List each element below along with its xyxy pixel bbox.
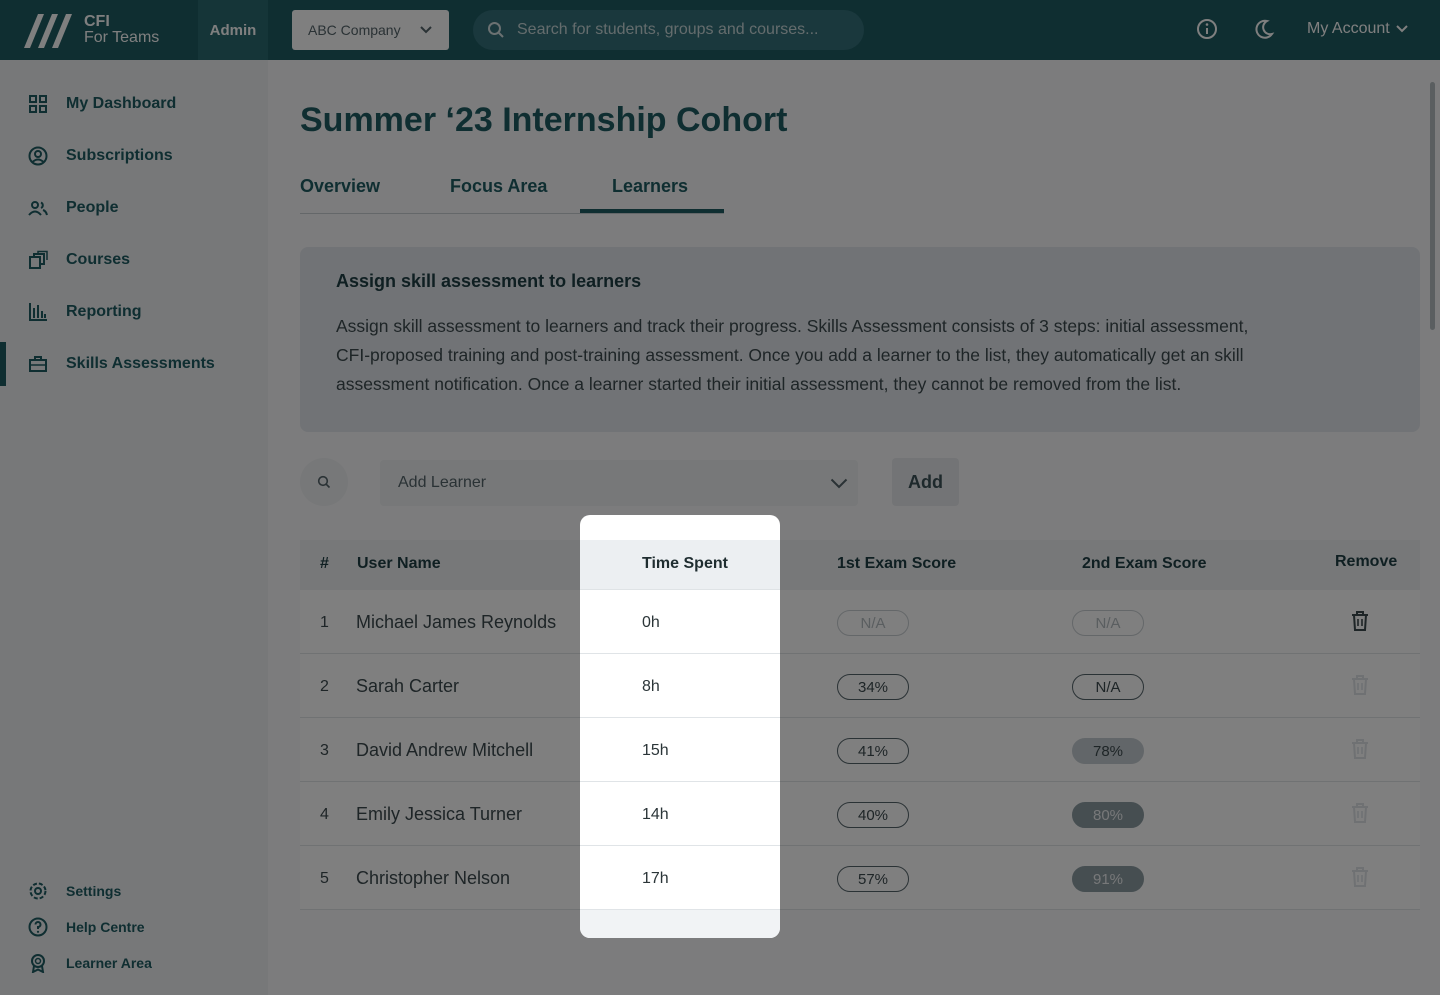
time-spent-value: 17h (642, 870, 669, 887)
time-spent-cell: 8h (580, 654, 780, 718)
time-spent-cell: 15h (580, 718, 780, 782)
col-time-spent-label: Time Spent (642, 555, 728, 572)
time-spent-value: 15h (642, 742, 669, 759)
time-spent-value: 14h (642, 806, 669, 823)
highlight-footer (580, 910, 780, 938)
time-spent-highlight: Time Spent 0h 8h 15h 14h 17h (580, 515, 780, 938)
col-time-spent[interactable]: Time Spent (580, 540, 780, 590)
time-spent-cell: 17h (580, 846, 780, 910)
time-spent-value: 0h (642, 614, 660, 631)
time-spent-value: 8h (642, 678, 660, 695)
time-spent-cell: 14h (580, 782, 780, 846)
time-spent-cell: 0h (580, 590, 780, 654)
